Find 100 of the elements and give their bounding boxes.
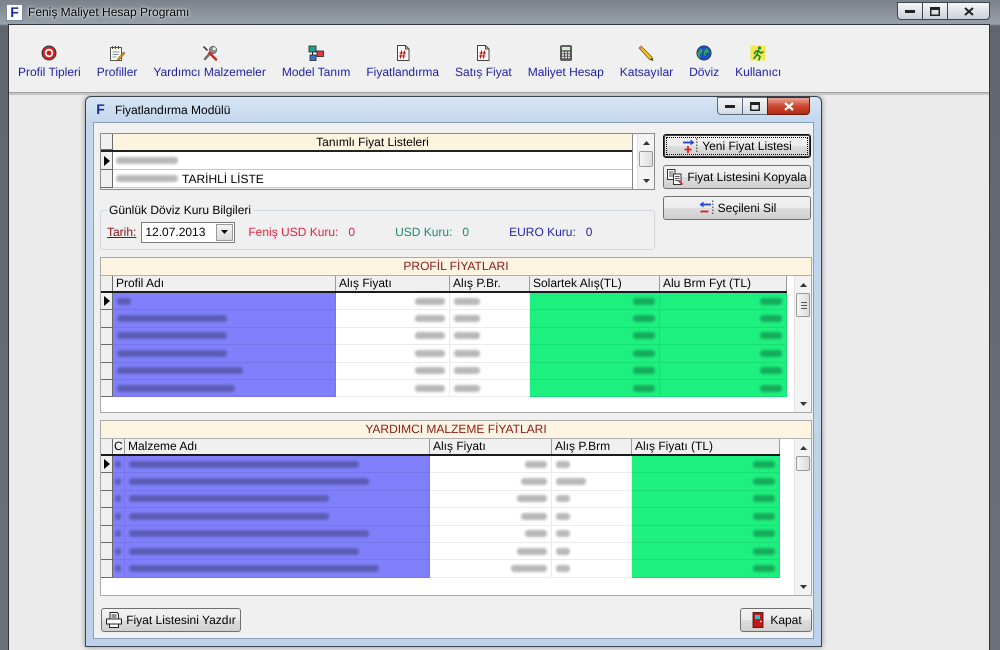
blurred-text — [753, 460, 775, 468]
column-header[interactable]: Malzeme Adı — [125, 439, 430, 454]
table-cell[interactable]: TARİHLİ LİSTE — [113, 170, 632, 188]
blurred-text — [521, 478, 547, 486]
current-row-icon — [104, 459, 110, 470]
rate-label: EURO Kuru: — [509, 224, 576, 240]
scroll-thumb[interactable] — [796, 293, 810, 317]
column-header[interactable]: Alış Fiyatı — [430, 439, 552, 454]
diagram-icon — [308, 45, 324, 61]
toolbar-button[interactable]: Maliyet Hesap — [520, 45, 612, 79]
hash-document-icon — [394, 45, 411, 61]
column-header[interactable]: Alış Fiyatı — [336, 276, 450, 291]
blurred-text — [760, 350, 782, 357]
minimize-button[interactable] — [717, 97, 743, 115]
blurred-text — [556, 548, 570, 555]
group-title: Günlük Döviz Kuru Bilgileri — [108, 203, 252, 217]
blurred-text — [633, 332, 655, 340]
row-header[interactable] — [101, 456, 113, 474]
down-arrow-icon — [800, 402, 806, 406]
blurred-text — [753, 565, 775, 572]
column-header[interactable]: Solartek Alış(TL) — [530, 276, 660, 291]
toolbar-button[interactable]: Döviz — [681, 45, 728, 79]
up-arrow-icon — [642, 140, 650, 144]
toolbar-button[interactable]: Katsayılar — [612, 45, 682, 79]
toolbar-button[interactable]: Satış Fiyat — [447, 45, 520, 79]
target-icon — [41, 45, 58, 61]
minimize-icon — [905, 10, 915, 12]
close-dialog-button[interactable]: Kapat — [740, 608, 812, 632]
dialog-title: Fiyatlandırma Modülü — [115, 102, 230, 119]
blurred-text — [556, 478, 586, 486]
minimize-button[interactable] — [897, 2, 923, 20]
blurred-text — [556, 530, 570, 538]
table-cell[interactable] — [113, 152, 632, 170]
toolbar-button[interactable]: Kullanıcı — [727, 45, 790, 79]
blurred-text — [415, 298, 445, 305]
current-row-icon — [104, 156, 110, 166]
down-arrow-icon — [642, 178, 650, 182]
calculator-icon — [558, 45, 574, 61]
column-header[interactable]: Alış Fiyatı (TL) — [632, 439, 780, 454]
scroll-thumb[interactable] — [796, 456, 810, 471]
blurred-text — [556, 565, 570, 572]
close-button[interactable] — [767, 97, 810, 115]
blurred-text — [517, 548, 547, 555]
scrollbar[interactable] — [794, 439, 811, 595]
column-header[interactable]: Alış P.Br. — [450, 276, 530, 291]
blurred-text — [415, 384, 445, 392]
toolbar-button[interactable]: Profil Tipleri — [10, 45, 89, 79]
blurred-text — [633, 315, 655, 322]
blurred-text — [454, 350, 480, 357]
corner-cell — [101, 276, 113, 291]
blurred-text — [454, 315, 480, 322]
arrow-minus-icon — [698, 200, 714, 216]
globe-icon — [696, 45, 712, 61]
blurred-text — [556, 512, 570, 520]
row-header[interactable] — [101, 293, 113, 310]
up-arrow-icon — [800, 282, 806, 286]
scroll-thumb[interactable] — [639, 151, 653, 167]
list-name: TARİHLİ LİSTE — [182, 172, 264, 186]
maximize-button[interactable] — [922, 2, 948, 20]
date-field[interactable]: 12.07.2013 — [141, 222, 236, 242]
toolbar-button[interactable]: Model Tanım — [274, 45, 358, 79]
blurred-text — [753, 530, 775, 538]
blurred-text — [117, 298, 131, 305]
column-header[interactable]: Alış P.Brm — [552, 439, 632, 454]
blurred-text — [753, 478, 775, 486]
close-button[interactable] — [947, 2, 990, 20]
blurred-text — [753, 548, 775, 555]
down-arrow-icon — [800, 584, 806, 588]
window-title: Feniş Maliyet Hesap Programı — [28, 4, 190, 21]
blurred-text — [760, 298, 782, 305]
toolbar-button[interactable]: Yardımcı Malzemeler — [145, 45, 274, 79]
maximize-button[interactable] — [742, 97, 768, 115]
blurred-text — [415, 367, 445, 374]
blurred-text — [454, 367, 480, 374]
rate-label: Feniş USD Kuru: — [248, 224, 338, 240]
blurred-text — [556, 495, 570, 502]
blurred-text — [760, 384, 782, 392]
action-button[interactable]: Seçileni Sil — [663, 196, 811, 220]
column-header[interactable]: Tanımlı Fiyat Listeleri — [113, 134, 632, 150]
column-header[interactable]: Alu Brm Fyt (TL) — [660, 276, 787, 291]
toolbar-button[interactable]: Fiyatlandırma — [358, 45, 448, 79]
action-button[interactable]: Yeni Fiyat Listesi — [663, 134, 811, 158]
row-header[interactable] — [101, 152, 113, 170]
scrollbar[interactable] — [637, 134, 654, 189]
blurred-text — [521, 512, 547, 520]
toolbar-button[interactable]: Profiller — [88, 45, 146, 79]
action-button[interactable]: Fiyat Listesini Kopyala — [663, 165, 811, 189]
rate-label: USD Kuru: — [395, 224, 452, 240]
scrollbar[interactable] — [794, 276, 811, 412]
blurred-text — [556, 460, 570, 468]
blurred-text — [115, 512, 121, 520]
print-button[interactable]: Fiyat Listesini Yazdır — [101, 608, 241, 632]
notepad-pencil-icon — [109, 45, 126, 61]
section-title: PROFİL FİYATLARI — [101, 258, 811, 276]
running-person-icon — [750, 45, 766, 61]
door-icon — [750, 612, 766, 628]
blurred-text — [760, 332, 782, 340]
column-header[interactable]: Profil Adı — [113, 276, 336, 291]
column-header[interactable]: C — [113, 439, 125, 454]
pencil-icon — [638, 45, 654, 61]
